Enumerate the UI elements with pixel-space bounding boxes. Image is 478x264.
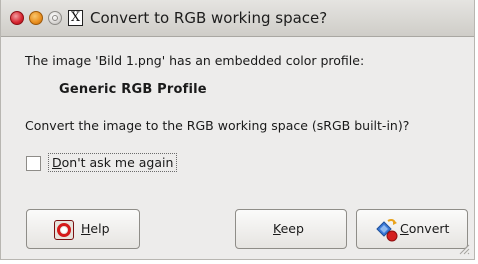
- keep-label-rest: eep: [280, 221, 304, 236]
- help-label: Help: [81, 221, 110, 236]
- keep-label: Keep: [273, 221, 304, 236]
- keep-mnemonic: K: [273, 221, 281, 236]
- profile-name: Generic RGB Profile: [59, 82, 207, 97]
- keep-button[interactable]: Keep: [235, 209, 347, 249]
- help-button[interactable]: Help: [26, 209, 140, 249]
- dont-ask-mnemonic: D: [52, 155, 62, 170]
- dont-ask-again-label[interactable]: Don't ask me again: [48, 153, 178, 172]
- color-convert-icon: [376, 218, 398, 242]
- minimize-window-button[interactable]: [29, 11, 43, 25]
- x-window-icon: X: [68, 10, 83, 26]
- help-mnemonic: H: [81, 221, 91, 236]
- lifebuoy-icon: [54, 220, 74, 240]
- title-bar[interactable]: X Convert to RGB working space?: [1, 0, 474, 37]
- convert-mnemonic: C: [400, 221, 409, 236]
- dont-ask-again-checkbox[interactable]: [26, 156, 41, 171]
- help-label-rest: elp: [90, 221, 110, 236]
- convert-button[interactable]: Convert: [356, 209, 468, 249]
- resize-grip-icon[interactable]: [458, 243, 470, 255]
- window-title: Convert to RGB working space?: [90, 9, 328, 27]
- embedded-profile-message: The image 'Bild 1.png' has an embedded c…: [25, 53, 365, 68]
- dont-ask-label-rest: on't ask me again: [61, 155, 174, 170]
- maximize-window-button[interactable]: [48, 11, 62, 25]
- convert-dialog: X Convert to RGB working space? The imag…: [0, 0, 475, 260]
- convert-label: Convert: [400, 221, 449, 236]
- close-window-button[interactable]: [10, 11, 24, 25]
- convert-label-rest: onvert: [408, 221, 450, 236]
- convert-question: Convert the image to the RGB working spa…: [25, 118, 410, 133]
